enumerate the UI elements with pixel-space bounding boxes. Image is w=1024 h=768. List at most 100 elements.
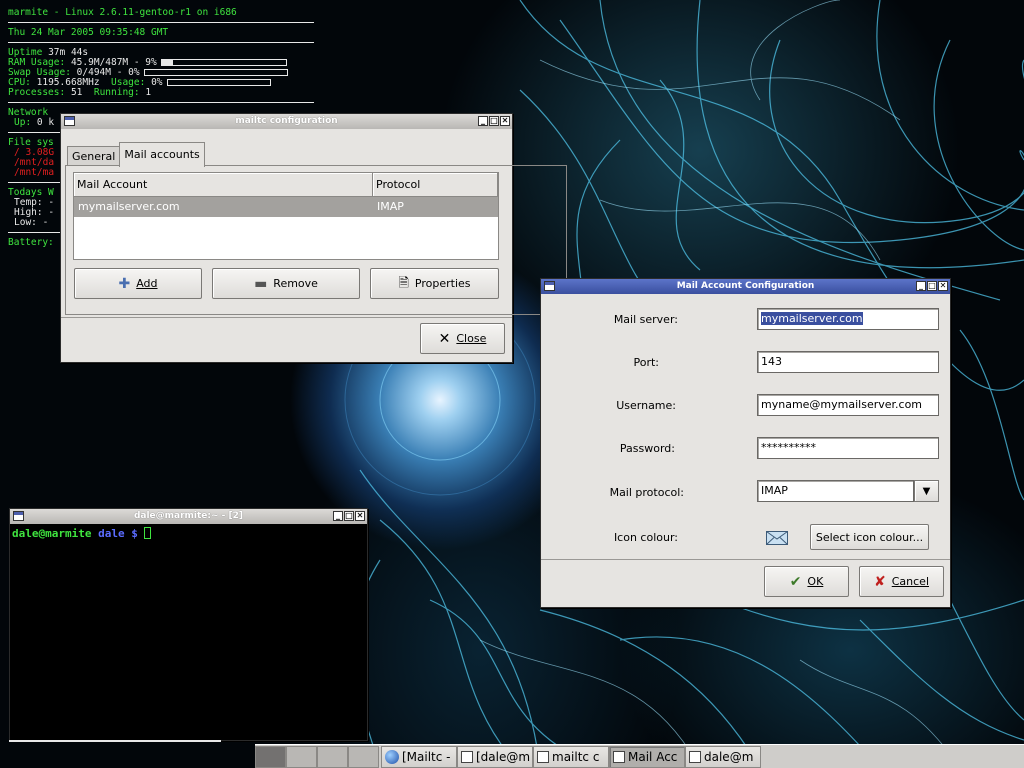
task-mail-account[interactable]: Mail Acc bbox=[609, 746, 685, 768]
column-header-protocol[interactable]: Protocol bbox=[373, 173, 498, 196]
envelope-icon bbox=[766, 531, 788, 545]
minus-icon: ▬ bbox=[254, 275, 268, 292]
maximize-icon[interactable]: □ bbox=[489, 116, 499, 126]
task-label: mailtc c bbox=[552, 750, 600, 764]
workspace-2[interactable] bbox=[286, 746, 317, 768]
remove-label: Remove bbox=[273, 277, 318, 290]
mail-server-field[interactable]: mymailserver.com bbox=[757, 308, 939, 330]
swap-bar bbox=[143, 69, 288, 76]
protocol-cell: IMAP bbox=[377, 200, 404, 213]
mail-server-value: mymailserver.com bbox=[761, 312, 863, 325]
low-label: Low: bbox=[14, 217, 37, 228]
tab-strip: General Mail accounts bbox=[67, 140, 205, 167]
workspace-1[interactable] bbox=[255, 746, 286, 768]
task-label: dale@m bbox=[704, 750, 754, 764]
account-titlebar[interactable]: Mail Account Configuration _ □ ✕ bbox=[541, 279, 950, 294]
add-label-text: Add bbox=[136, 277, 158, 290]
ok-button[interactable]: ✔ OK bbox=[764, 566, 849, 597]
window-icon bbox=[689, 751, 701, 763]
running-value: 1 bbox=[145, 87, 152, 98]
prompt-dir: dale $ bbox=[98, 527, 138, 540]
processes-value: 51 bbox=[70, 87, 83, 98]
port-label: Port: bbox=[633, 356, 659, 369]
task-mailtc-config[interactable]: mailtc c bbox=[533, 746, 609, 768]
window-title: Mail Account Configuration bbox=[676, 281, 815, 291]
prompt-user: dale@marmite bbox=[12, 527, 92, 540]
x-icon: ✕ bbox=[438, 330, 451, 347]
checkmark-icon: ✔ bbox=[789, 573, 802, 590]
window-menu-icon[interactable] bbox=[544, 281, 555, 291]
window-icon bbox=[613, 751, 625, 763]
port-field[interactable]: 143 bbox=[757, 351, 939, 373]
column-header-account[interactable]: Mail Account bbox=[74, 173, 373, 196]
x-icon: ✘ bbox=[874, 573, 886, 590]
remove-button[interactable]: ▬ Remove bbox=[212, 268, 360, 299]
terminal-body[interactable]: dale@marmite dale $ bbox=[10, 524, 367, 740]
mailtc-titlebar[interactable]: mailtc configuration _ □ ✕ bbox=[61, 114, 512, 129]
mailtc-config-window: mailtc configuration _ □ ✕ General Mail … bbox=[60, 113, 567, 363]
window-title: dale@marmite:~ - [2] bbox=[133, 511, 244, 521]
divider bbox=[8, 42, 314, 43]
high-value: - bbox=[48, 207, 55, 218]
mail-protocol-select[interactable]: IMAP bbox=[757, 480, 914, 502]
ram-bar bbox=[160, 59, 287, 66]
processes-label: Processes: bbox=[8, 87, 66, 98]
mail-protocol-label: Mail protocol: bbox=[609, 486, 684, 499]
monitor-datetime: Thu 24 Mar 2005 09:35:48 GMT bbox=[8, 27, 169, 38]
workspace-4[interactable] bbox=[348, 746, 379, 768]
minimize-icon[interactable]: _ bbox=[916, 281, 926, 291]
table-header: Mail Account Protocol bbox=[74, 173, 498, 197]
low-value: - bbox=[42, 217, 49, 228]
close-icon[interactable]: ✕ bbox=[355, 511, 365, 521]
window-controls: _ □ ✕ bbox=[478, 116, 510, 126]
window-menu-icon[interactable] bbox=[13, 511, 24, 521]
task-mailtc-browser[interactable]: [Mailtc - bbox=[381, 746, 457, 768]
tab-general[interactable]: General bbox=[67, 146, 121, 166]
task-dale-terminal-2[interactable]: dale@m bbox=[685, 746, 761, 768]
divider bbox=[541, 559, 950, 560]
browser-globe-icon bbox=[385, 750, 399, 764]
close-button[interactable]: ✕ Close bbox=[420, 323, 505, 354]
document-icon: 🗎 bbox=[398, 275, 409, 291]
icon-colour-label: Icon colour: bbox=[613, 531, 678, 544]
terminal-titlebar[interactable]: dale@marmite:~ - [2] _ □ ✕ bbox=[10, 509, 367, 524]
select-icon-colour-button[interactable]: Select icon colour... bbox=[810, 524, 929, 550]
window-menu-icon[interactable] bbox=[64, 116, 75, 126]
close-icon[interactable]: ✕ bbox=[500, 116, 510, 126]
cpu-usage-value: 0% bbox=[151, 77, 163, 88]
username-label: Username: bbox=[616, 399, 676, 412]
window-title: mailtc configuration bbox=[235, 116, 338, 126]
minimize-icon[interactable]: _ bbox=[333, 511, 343, 521]
tab-mail-accounts[interactable]: Mail accounts bbox=[119, 142, 205, 167]
close-label: Close bbox=[456, 332, 486, 345]
up-value: 0 k bbox=[36, 117, 55, 128]
close-icon[interactable]: ✕ bbox=[938, 281, 948, 291]
window-icon bbox=[461, 751, 473, 763]
table-row[interactable]: mymailserver.com IMAP bbox=[74, 197, 498, 217]
add-button[interactable]: ✚ Add bbox=[74, 268, 202, 299]
password-label: Password: bbox=[619, 442, 675, 455]
workspace-pager bbox=[255, 745, 381, 768]
task-dale-terminal-1[interactable]: [dale@m bbox=[457, 746, 533, 768]
monitor-header: marmite - Linux 2.6.11-gentoo-r1 on i686 bbox=[8, 7, 237, 18]
divider bbox=[8, 22, 314, 23]
divider bbox=[61, 317, 512, 318]
text-cursor bbox=[144, 527, 152, 539]
password-field[interactable]: ********** bbox=[757, 437, 939, 459]
username-field[interactable]: myname@mymailserver.com bbox=[757, 394, 939, 416]
maximize-icon[interactable]: □ bbox=[344, 511, 354, 521]
task-label: [Mailtc - bbox=[402, 750, 451, 764]
terminal-window: dale@marmite:~ - [2] _ □ ✕ dale@marmite … bbox=[9, 508, 368, 741]
cancel-button[interactable]: ✘ Cancel bbox=[859, 566, 944, 597]
workspace-3[interactable] bbox=[317, 746, 348, 768]
ram-bar-fill bbox=[161, 60, 173, 65]
minimize-icon[interactable]: _ bbox=[478, 116, 488, 126]
ok-label: OK bbox=[807, 575, 823, 588]
taskbar: [Mailtc - [dale@m mailtc c Mail Acc dale… bbox=[255, 744, 1024, 768]
accounts-table: Mail Account Protocol mymailserver.com I… bbox=[73, 172, 499, 260]
properties-button[interactable]: 🗎 Properties bbox=[370, 268, 499, 299]
account-cell: mymailserver.com bbox=[78, 200, 180, 213]
maximize-icon[interactable]: □ bbox=[927, 281, 937, 291]
protocol-dropdown-button[interactable]: ▼ bbox=[914, 480, 939, 502]
add-label: Add bbox=[136, 277, 157, 290]
